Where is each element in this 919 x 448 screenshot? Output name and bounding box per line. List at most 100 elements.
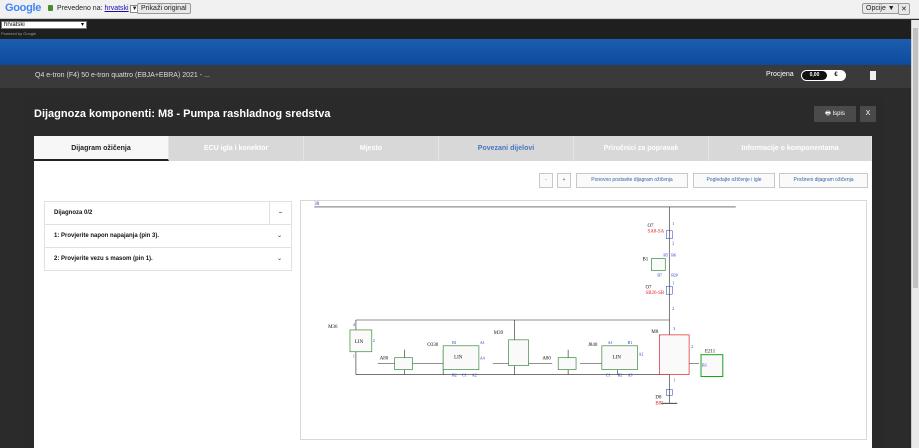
language-select[interactable]: hrvatski ▾ <box>1 21 87 29</box>
diagnosis-step[interactable]: 1: Provjerite napon napajanja (pin 3). ⌄ <box>45 225 291 248</box>
svg-text:2: 2 <box>672 241 674 246</box>
diagnosis-header[interactable]: Dijagnoza 0/2 – <box>45 202 291 225</box>
svg-text:B6: B6 <box>671 253 676 258</box>
svg-text:2: 2 <box>672 306 674 311</box>
close-translate-icon[interactable]: ✕ <box>898 3 910 15</box>
component-labels: 30 O7 SA8-SA B1 O7 SB26-SB M36 A80 O330 … <box>314 202 715 406</box>
close-dialog-button[interactable]: X <box>860 106 876 122</box>
view-wiring-button[interactable]: Pogledajte ožičenje i igle <box>693 173 775 188</box>
zoom-in-button[interactable]: + <box>557 173 571 188</box>
svg-text:A1: A1 <box>608 340 613 345</box>
chevron-down-icon: ⌄ <box>276 256 282 262</box>
expanded-diagram-button[interactable]: Prošireni dijagram ožičenja <box>779 173 868 188</box>
svg-text:A4: A4 <box>480 356 485 361</box>
scrollbar-thumb[interactable] <box>913 28 918 288</box>
svg-text:1: 1 <box>672 221 674 226</box>
lin-label: LIN <box>355 340 364 345</box>
svg-text:4: 4 <box>353 322 355 327</box>
label-m39: M39 <box>494 331 504 336</box>
app-header-band <box>0 39 911 65</box>
zoom-out-button[interactable]: - <box>539 173 553 188</box>
component-a80[interactable] <box>394 357 413 370</box>
estimate-badge[interactable]: 0,00 € <box>801 70 846 81</box>
tab-component-info[interactable]: Informacije o komponentama <box>709 136 872 161</box>
svg-text:B7: B7 <box>657 272 662 277</box>
label-b1: B1 <box>643 258 649 263</box>
svg-text:B1: B1 <box>628 340 633 345</box>
tab-content: - + Ponovno postavite dijagram ožičenja … <box>34 161 872 448</box>
bus-label: 30 <box>314 202 319 207</box>
svg-text:2: 2 <box>691 344 693 349</box>
svg-text:A2: A2 <box>472 373 477 378</box>
vehicle-bar: Q4 e-tron (F4) 50 e-tron quattro (EBJA+E… <box>0 65 911 88</box>
svg-text:B2: B2 <box>618 373 623 378</box>
component-dialog: Dijagnoza komponenti: M8 - Pumpa rashlad… <box>22 97 884 448</box>
diagnosis-panel: Dijagnoza 0/2 – 1: Provjerite napon napa… <box>44 201 292 271</box>
label-o7-2: O7 <box>645 285 652 290</box>
options-button[interactable]: Opcije ▼ <box>862 3 899 14</box>
printer-icon: 🖶 <box>825 111 831 117</box>
vehicle-title: Q4 e-tron (F4) 50 e-tron quattro (EBJA+E… <box>35 72 210 79</box>
language-link[interactable]: hrvatski <box>105 5 129 12</box>
language-bar: hrvatski ▾ Powered by Google <box>0 20 919 39</box>
label-e211: E211 <box>705 350 716 355</box>
lin-label: LIN <box>454 356 463 361</box>
lin-label: LIN <box>613 356 622 361</box>
svg-text:B3: B3 <box>702 363 707 368</box>
svg-text:B2: B2 <box>452 373 457 378</box>
google-translate-bar: Google Prevedeno na: hrvatski ▼ Prikaži o… <box>0 0 919 19</box>
svg-text:C1: C1 <box>462 373 467 378</box>
svg-text:3: 3 <box>673 326 675 331</box>
trash-icon[interactable] <box>870 71 876 80</box>
tab-repair-manuals[interactable]: Priručnici za popravak <box>574 136 709 161</box>
svg-text:2: 2 <box>373 338 375 343</box>
component-boxes <box>349 258 724 378</box>
reset-diagram-button[interactable]: Ponovno postavite dijagram ožičenja <box>576 173 688 188</box>
currency: € <box>834 72 838 78</box>
show-original-button[interactable]: Prikaži original <box>137 3 191 14</box>
chevron-down-icon: ⌄ <box>276 233 282 239</box>
collapse-icon[interactable]: – <box>269 202 291 224</box>
diagnosis-step[interactable]: 2: Provjerite vezu s masom (pin 1). ⌄ <box>45 248 291 271</box>
label-o7-2-sub: SB26-SB <box>645 291 664 296</box>
label-m36: M36 <box>328 325 338 330</box>
svg-text:B20: B20 <box>671 272 678 277</box>
tab-bar: Dijagram ožičenja ECU igla i konektor Mj… <box>34 136 872 161</box>
label-d8-sub: B85 <box>655 401 664 406</box>
svg-text:1: 1 <box>673 377 675 382</box>
svg-text:A1: A1 <box>480 340 485 345</box>
wiring-diagram[interactable]: 30 O7 SA8-SA B1 O7 SB26-SB M36 A80 O330 … <box>300 200 867 440</box>
label-d8: D8 <box>655 395 662 400</box>
estimate-label: Procjena <box>766 71 794 78</box>
component-m8[interactable] <box>659 334 690 375</box>
google-logo: Google <box>5 2 42 14</box>
svg-text:1: 1 <box>672 280 674 285</box>
svg-text:A3: A3 <box>628 373 633 378</box>
tab-location[interactable]: Mjesto <box>304 136 439 161</box>
component-b1[interactable] <box>651 258 666 271</box>
dialog-title: Dijagnoza komponenti: M8 - Pumpa rashlad… <box>34 108 331 120</box>
translated-notice: Prevedeno na: hrvatski ▼ <box>57 5 140 13</box>
component-m39[interactable] <box>508 339 529 366</box>
svg-text:A2: A2 <box>639 352 644 357</box>
svg-text:1: 1 <box>353 354 355 359</box>
label-o330: O330 <box>427 343 439 348</box>
estimate-value: 0,00 <box>802 71 827 80</box>
powered-by: Powered by Google <box>1 31 37 36</box>
chevron-down-icon: ▾ <box>80 22 84 28</box>
label-m8: M8 <box>651 330 658 335</box>
component-a80-2[interactable] <box>557 357 577 370</box>
svg-text:B5: B5 <box>663 253 668 258</box>
print-button[interactable]: 🖶 Ispis <box>814 106 856 122</box>
tab-related-parts[interactable]: Povezani dijelovi <box>439 136 574 161</box>
tab-ecu-pin[interactable]: ECU igla i konektor <box>169 136 304 161</box>
svg-text:B1: B1 <box>452 340 457 345</box>
label-a80: A80 <box>380 357 389 362</box>
tab-wiring-diagram[interactable]: Dijagram ožičenja <box>34 136 169 161</box>
label-o7-sub: SA8-SA <box>647 230 664 235</box>
svg-text:C1: C1 <box>606 373 611 378</box>
label-o7: O7 <box>647 224 654 229</box>
lock-icon <box>48 5 53 11</box>
label-j840: J840 <box>588 343 598 348</box>
page-scrollbar[interactable] <box>911 20 919 448</box>
